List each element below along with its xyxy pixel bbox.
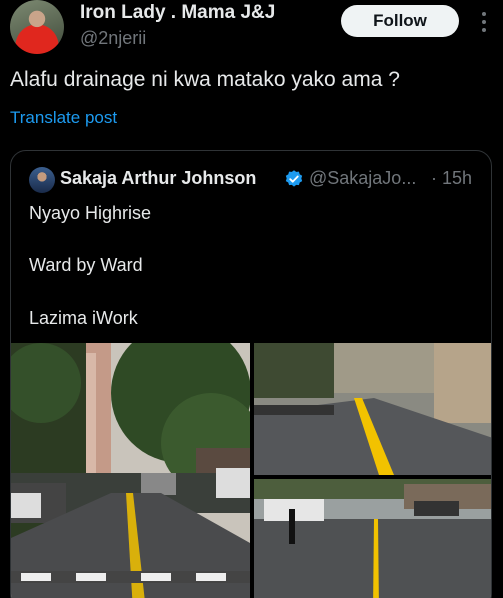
quoted-display-name[interactable]: Sakaja Arthur Johnson	[60, 168, 256, 189]
verified-badge-icon	[285, 170, 303, 187]
post-text: Alafu drainage ni kwa matako yako ama ?	[10, 68, 400, 91]
more-vertical-icon-glyph	[482, 12, 486, 32]
quoted-handle[interactable]: @SakajaJo...	[309, 168, 416, 189]
avatar[interactable]	[10, 0, 64, 54]
quoted-avatar[interactable]	[29, 167, 55, 193]
quoted-line-2: Ward by Ward	[29, 255, 143, 275]
photo-street-trees[interactable]	[11, 343, 250, 598]
quoted-timestamp[interactable]: · 15h	[431, 168, 472, 189]
quoted-line-3: Lazima iWork	[29, 308, 138, 328]
follow-button[interactable]: Follow	[341, 5, 459, 37]
author-handle[interactable]: @2njerii	[80, 28, 146, 49]
photo-highrise-road[interactable]	[254, 343, 491, 475]
more-vertical-icon[interactable]	[474, 8, 494, 36]
quoted-line-1: Nyayo Highrise	[29, 203, 152, 223]
author-display-name[interactable]: Iron Lady . Mama J&J	[80, 2, 275, 24]
post-header: Iron Lady . Mama J&J @2njerii Follow	[0, 0, 503, 60]
quoted-post[interactable]: Sakaja Arthur Johnson @SakajaJo... · 15h…	[10, 150, 492, 598]
translate-post-link[interactable]: Translate post	[10, 108, 117, 128]
photo-road-parked-cars[interactable]	[254, 479, 491, 598]
